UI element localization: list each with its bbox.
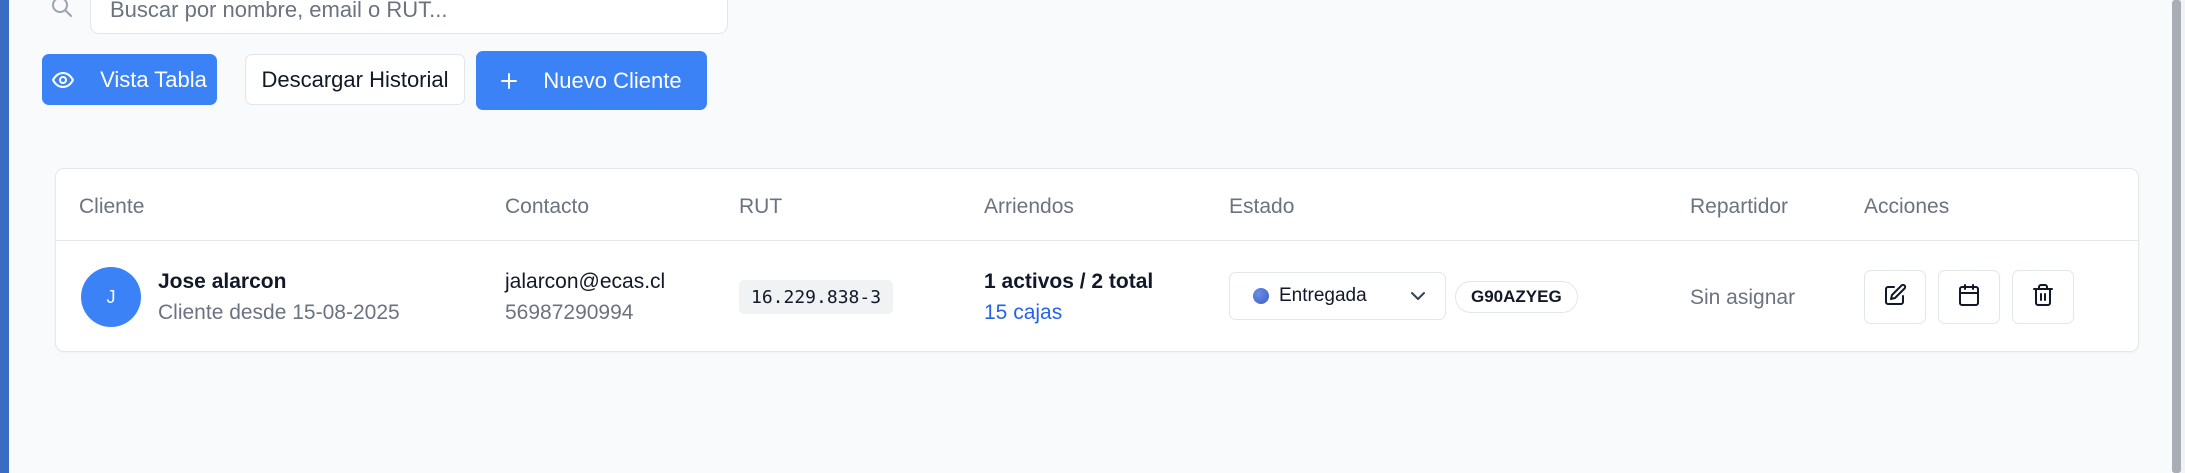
scrollbar-thumb[interactable] — [2172, 0, 2181, 473]
search-icon — [49, 0, 75, 20]
edit-button[interactable] — [1864, 270, 1926, 324]
table-view-label: Vista Tabla — [100, 66, 207, 92]
column-header-cliente: Cliente — [79, 195, 145, 218]
driver-value: Sin asignar — [1690, 286, 1796, 309]
calendar-icon — [1957, 283, 1981, 312]
avatar: J — [81, 267, 141, 327]
left-edge-strip — [0, 0, 9, 473]
column-header-estado: Estado — [1229, 195, 1295, 218]
order-code-badge: G90AZYEG — [1455, 281, 1578, 313]
column-header-repartidor: Repartidor — [1690, 195, 1789, 218]
column-header-rut: RUT — [739, 195, 783, 218]
client-phone: 56987290994 — [505, 301, 634, 324]
search-input[interactable] — [90, 0, 728, 34]
status-select[interactable]: Entregada — [1229, 272, 1446, 320]
status-value: Entregada — [1279, 285, 1367, 306]
edit-icon — [1883, 283, 1907, 312]
client-name: Jose alarcon — [158, 270, 287, 293]
client-since: Cliente desde 15-08-2025 — [158, 301, 400, 324]
client-rut: 16.229.838-3 — [739, 280, 894, 314]
avatar-initial: J — [106, 286, 116, 307]
status-dot-icon — [1253, 288, 1269, 304]
client-email: jalarcon@ecas.cl — [505, 270, 666, 293]
schedule-button[interactable] — [1938, 270, 2000, 324]
plus-icon — [501, 72, 518, 89]
new-client-label: Nuevo Cliente — [543, 67, 682, 93]
download-history-button[interactable]: Descargar Historial — [245, 54, 465, 105]
table-header: Cliente Contacto RUT Arriendos Estado Re… — [56, 169, 2138, 241]
clients-table: Cliente Contacto RUT Arriendos Estado Re… — [55, 168, 2139, 352]
column-header-contacto: Contacto — [505, 195, 590, 218]
rentals-summary: 1 activos / 2 total — [984, 270, 1154, 293]
column-header-arriendos: Arriendos — [984, 195, 1074, 218]
column-header-acciones: Acciones — [1864, 195, 1950, 218]
main-content: Vista Tabla Descargar Historial Nuevo Cl… — [9, 0, 2175, 473]
trash-icon — [2031, 283, 2055, 312]
boxes-link[interactable]: 15 cajas — [984, 301, 1062, 325]
delete-button[interactable] — [2012, 270, 2074, 324]
download-history-label: Descargar Historial — [261, 66, 449, 92]
table-view-button[interactable]: Vista Tabla — [42, 54, 217, 105]
chevron-down-icon — [1409, 287, 1427, 310]
eye-icon — [52, 71, 75, 88]
new-client-button[interactable]: Nuevo Cliente — [476, 51, 707, 110]
